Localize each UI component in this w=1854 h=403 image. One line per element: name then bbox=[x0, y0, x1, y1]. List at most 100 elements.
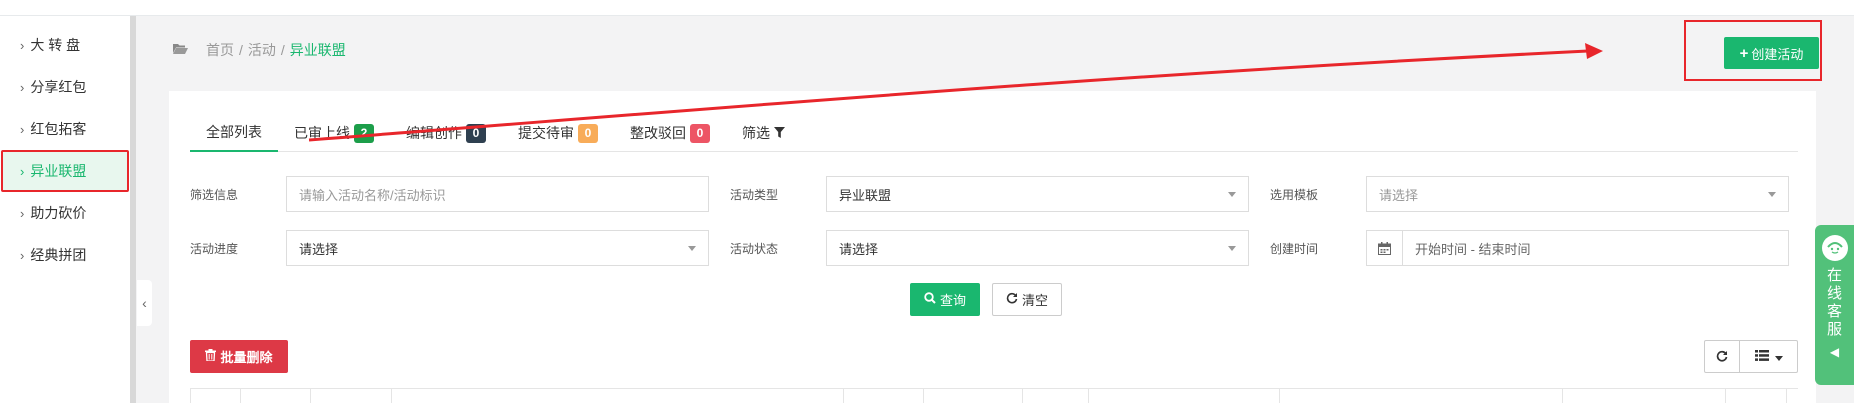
caret-down-icon bbox=[1228, 246, 1236, 251]
tab-label: 提交待审 bbox=[518, 125, 574, 141]
plus-icon: + bbox=[1739, 44, 1749, 62]
count-badge: 0 bbox=[578, 123, 598, 143]
sidebar-item-label: 经典拼团 bbox=[30, 247, 87, 263]
table-header-cell[interactable] bbox=[1023, 389, 1089, 403]
table-header-cell[interactable] bbox=[1563, 389, 1726, 403]
tab-filter[interactable]: 筛选 bbox=[726, 114, 801, 152]
caret-down-icon bbox=[1768, 192, 1776, 197]
support-agent-icon bbox=[1821, 235, 1848, 261]
count-badge: 0 bbox=[690, 123, 710, 143]
refresh-icon bbox=[1716, 349, 1728, 365]
refresh-icon bbox=[1006, 292, 1018, 307]
status-tabs: 全部列表 已审上线 2 编辑创作 0 提交待审 0 整改驳回 0 筛选 bbox=[190, 114, 1798, 152]
table-header-cell[interactable] bbox=[1726, 389, 1787, 403]
caret-down-icon bbox=[688, 246, 696, 251]
table-header-cell[interactable] bbox=[924, 389, 1023, 403]
status-select[interactable]: 请选择 bbox=[826, 230, 1249, 266]
search-icon bbox=[924, 292, 936, 307]
activity-type-select[interactable]: 异业联盟 bbox=[826, 176, 1249, 212]
filter-type-label: 活动类型 bbox=[730, 188, 779, 202]
table-header-cell[interactable] bbox=[241, 389, 311, 403]
breadcrumb-current: 异业联盟 bbox=[289, 42, 346, 58]
trash-icon bbox=[205, 349, 217, 364]
chevron-left-icon: ‹ bbox=[142, 295, 147, 311]
sidebar-item-yiyelianmeng[interactable]: › 异业联盟 bbox=[1, 150, 129, 192]
tab-label: 编辑创作 bbox=[406, 125, 462, 141]
sidebar-item-label: 大 转 盘 bbox=[30, 37, 81, 53]
table-columns-dropdown[interactable] bbox=[1740, 340, 1798, 373]
table-header-cell[interactable] bbox=[1280, 389, 1563, 403]
folder-open-icon bbox=[172, 42, 188, 58]
chevron-right-icon: › bbox=[20, 37, 25, 53]
filter-progress-label: 活动进度 bbox=[190, 242, 239, 256]
template-select[interactable]: 请选择 bbox=[1366, 176, 1789, 212]
sidebar-divider bbox=[130, 16, 136, 403]
sidebar-item-label: 助力砍价 bbox=[30, 205, 87, 221]
clear-button[interactable]: 清空 bbox=[992, 283, 1062, 316]
table-header-cell[interactable] bbox=[191, 389, 241, 403]
count-badge: 0 bbox=[466, 123, 486, 143]
table-header-cell[interactable] bbox=[1089, 389, 1280, 403]
created-date-range-input[interactable]: 开始时间 - 结束时间 bbox=[1402, 230, 1789, 266]
sidebar-item-fenxianghongbao[interactable]: › 分享红包 bbox=[0, 66, 130, 108]
select-value: 请选择 bbox=[839, 241, 879, 257]
sidebar-item-zhulikanjia[interactable]: › 助力砍价 bbox=[0, 192, 130, 234]
input-placeholder: 请输入活动名称/活动标识 bbox=[299, 187, 446, 203]
sidebar-item-label: 异业联盟 bbox=[30, 163, 87, 179]
list-icon bbox=[1754, 349, 1769, 364]
chevron-right-icon: › bbox=[20, 247, 25, 263]
create-activity-label: 创建活动 bbox=[1751, 46, 1804, 62]
table-header-cell[interactable] bbox=[844, 389, 924, 403]
create-activity-button[interactable]: + 创建活动 bbox=[1724, 37, 1819, 69]
chevron-right-icon: › bbox=[20, 121, 25, 137]
tab-online[interactable]: 已审上线 2 bbox=[278, 114, 390, 152]
tab-label: 已审上线 bbox=[294, 125, 350, 141]
table-header-cell[interactable] bbox=[311, 389, 392, 403]
table-header-cell[interactable] bbox=[392, 389, 844, 403]
filter-info-label: 筛选信息 bbox=[190, 188, 239, 202]
filter-icon bbox=[774, 125, 785, 141]
chevron-right-icon: › bbox=[20, 163, 25, 179]
input-placeholder: 开始时间 - 结束时间 bbox=[1415, 241, 1531, 257]
tab-label: 筛选 bbox=[742, 125, 770, 141]
tab-all[interactable]: 全部列表 bbox=[190, 114, 278, 152]
breadcrumb-separator: / bbox=[239, 42, 243, 58]
batch-delete-button[interactable]: 批量删除 bbox=[190, 340, 288, 373]
tab-label: 整改驳回 bbox=[630, 125, 686, 141]
tab-rejected[interactable]: 整改驳回 0 bbox=[614, 114, 726, 152]
query-button[interactable]: 查询 bbox=[910, 283, 980, 316]
count-badge: 2 bbox=[354, 123, 374, 143]
breadcrumb-separator: / bbox=[280, 42, 285, 58]
sidebar-item-label: 分享红包 bbox=[30, 79, 87, 95]
breadcrumb-home[interactable]: 首页 bbox=[206, 40, 234, 60]
sidebar: › 大 转 盘 › 分享红包 › 红包拓客 › 异业联盟 › 助力砍价 › 经典拼团 bbox=[0, 16, 130, 403]
tab-label: 全部列表 bbox=[206, 124, 262, 140]
breadcrumb-activity[interactable]: 活动 bbox=[248, 40, 276, 60]
query-label: 查询 bbox=[939, 293, 966, 308]
sidebar-item-hongbaotuoke[interactable]: › 红包拓客 bbox=[0, 108, 130, 150]
calendar-icon[interactable] bbox=[1366, 230, 1402, 266]
tab-pending-review[interactable]: 提交待审 0 bbox=[502, 114, 614, 152]
tab-editing[interactable]: 编辑创作 0 bbox=[390, 114, 502, 152]
clear-label: 清空 bbox=[1021, 293, 1048, 308]
chevron-right-icon: › bbox=[20, 205, 25, 221]
sidebar-item-dazhuanpan[interactable]: › 大 转 盘 bbox=[0, 24, 130, 66]
caret-down-icon bbox=[1774, 349, 1783, 364]
filter-template-label: 选用模板 bbox=[1270, 188, 1319, 202]
chevron-right-icon: › bbox=[20, 79, 25, 95]
batch-delete-label: 批量删除 bbox=[220, 350, 273, 365]
sidebar-item-jingdianpintuan[interactable]: › 经典拼团 bbox=[0, 234, 130, 276]
caret-left-icon: ◀ bbox=[1829, 345, 1840, 359]
progress-select[interactable]: 请选择 bbox=[286, 230, 709, 266]
top-bar bbox=[0, 0, 1854, 16]
online-support-widget[interactable]: 在线客服 ◀ bbox=[1815, 225, 1854, 385]
filter-status-label: 活动状态 bbox=[730, 242, 779, 256]
support-label: 在线客服 bbox=[1826, 267, 1842, 338]
filter-created-label: 创建时间 bbox=[1270, 242, 1319, 256]
filter-info-input[interactable]: 请输入活动名称/活动标识 bbox=[286, 176, 709, 212]
select-value: 请选择 bbox=[299, 241, 339, 257]
sidebar-collapse-button[interactable]: ‹ bbox=[137, 280, 152, 326]
sidebar-item-label: 红包拓客 bbox=[30, 121, 87, 137]
select-value: 请选择 bbox=[1379, 187, 1419, 203]
table-refresh-button[interactable] bbox=[1704, 340, 1740, 373]
